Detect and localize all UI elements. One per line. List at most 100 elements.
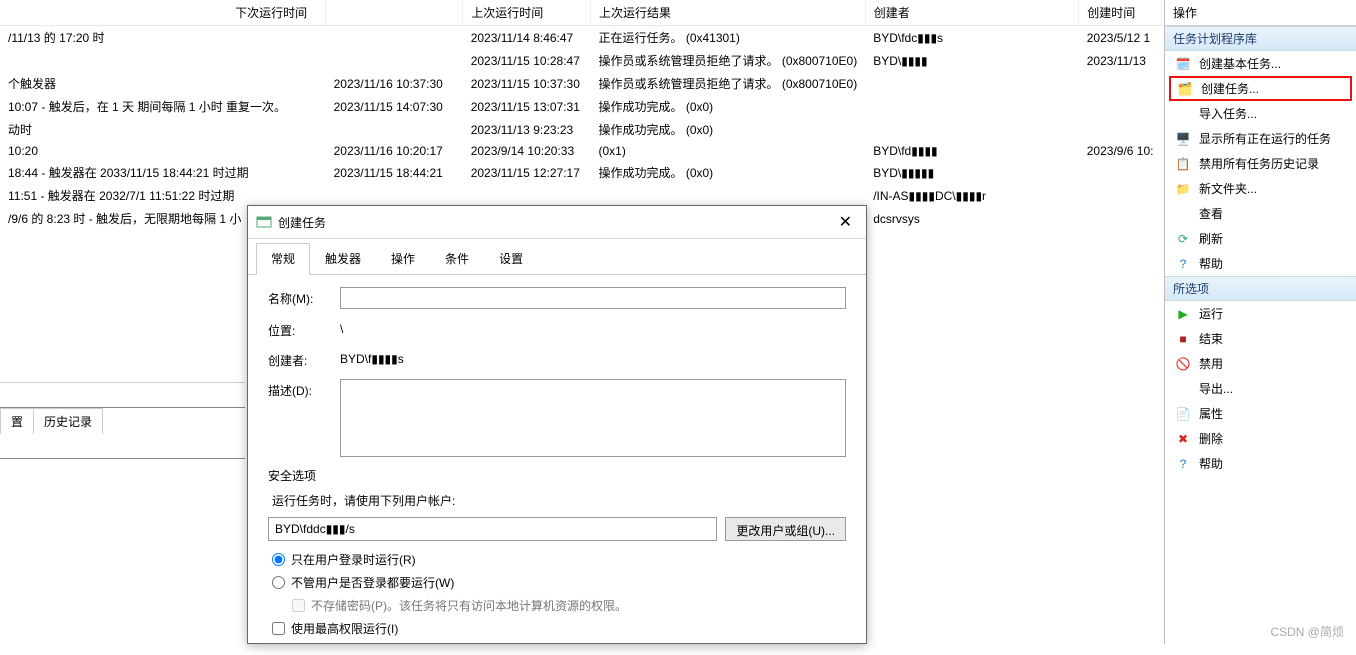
cell-last: 2023/11/15 12:27:17 (463, 161, 591, 184)
detail-tabs: 置 历史记录 (0, 382, 245, 459)
action-show-running-label: 显示所有正在运行的任务 (1199, 130, 1331, 147)
cell-created (1079, 161, 1162, 184)
tab-triggers[interactable]: 触发器 (310, 243, 376, 274)
props-icon: 📄 (1175, 406, 1191, 422)
actions-panel: 操作 任务计划程序库 🗓️创建基本任务... 🗂️创建任务... 导入任务...… (1164, 0, 1356, 644)
action-help2[interactable]: ? 帮助 (1165, 451, 1356, 476)
help-icon: ? (1175, 456, 1191, 472)
action-create-basic-label: 创建基本任务... (1199, 55, 1281, 72)
table-row[interactable]: 动时2023/11/13 9:23:23操作成功完成。 (0x0) (0, 118, 1162, 141)
view-icon (1175, 206, 1191, 222)
col-last-run[interactable]: 上次运行时间 (463, 0, 591, 26)
action-disable[interactable]: 🚫 禁用 (1165, 351, 1356, 376)
watermark: CSDN @简烦 (1270, 623, 1344, 640)
action-props[interactable]: 📄 属性 (1165, 401, 1356, 426)
delete-icon: ✖ (1175, 431, 1191, 447)
refresh-icon: ⟳ (1175, 231, 1191, 247)
action-run[interactable]: ▶ 运行 (1165, 301, 1356, 326)
action-disable-label: 禁用 (1199, 355, 1223, 372)
location-value: \ (340, 319, 343, 336)
action-help[interactable]: ?帮助 (1165, 251, 1356, 276)
action-create-task[interactable]: 🗂️创建任务... (1169, 76, 1352, 101)
action-end[interactable]: ■结束 (1165, 326, 1356, 351)
action-new-folder-label: 新文件夹... (1199, 180, 1257, 197)
action-disable-history-label: 禁用所有任务历史记录 (1199, 155, 1319, 172)
tab-settings[interactable]: 设置 (484, 243, 538, 274)
security-subtitle: 运行任务时，请使用下列用户帐户: (268, 492, 846, 509)
play-icon: ▶ (1175, 306, 1191, 322)
col-last-result[interactable]: 上次运行结果 (590, 0, 865, 26)
cell-trigger: 动时 (0, 118, 326, 141)
tab-settings-bottom[interactable]: 置 (0, 408, 34, 434)
col-creator[interactable]: 创建者 (865, 0, 1079, 26)
table-row[interactable]: 10:07 - 触发后，在 1 天 期间每隔 1 小时 重复一次。2023/11… (0, 95, 1162, 118)
action-props-label: 属性 (1199, 405, 1223, 422)
table-row[interactable]: 11:51 - 触发器在 2032/7/1 11:51:22 时过期/IN-AS… (0, 184, 1162, 207)
action-delete[interactable]: ✖删除 (1165, 426, 1356, 451)
creator-value: BYD\f▮▮▮▮s (340, 349, 404, 366)
table-row[interactable]: 18:44 - 触发器在 2033/11/15 18:44:21 时过期 2023… (0, 161, 1162, 184)
action-view[interactable]: 查看 (1165, 201, 1356, 226)
cell-last: 2023/11/15 10:37:30 (463, 72, 591, 95)
check-highest-priv-label: 使用最高权限运行(I) (291, 620, 398, 637)
col-spacer[interactable] (326, 0, 463, 26)
cell-last: 2023/9/14 10:20:33 (463, 141, 591, 161)
cell-result: 操作成功完成。 (0x0) (590, 118, 865, 141)
action-new-folder[interactable]: 📁新文件夹... (1165, 176, 1356, 201)
desc-input[interactable] (340, 379, 846, 457)
table-row[interactable]: /11/13 的 17:20 时2023/11/14 8:46:47正在运行任务… (0, 26, 1162, 50)
cell-trigger: 18:44 - 触发器在 2033/11/15 18:44:21 时过期 (0, 161, 326, 184)
action-disable-history[interactable]: 📋 禁用所有任务历史记录 (1165, 151, 1356, 176)
disable-icon: 🚫 (1175, 356, 1191, 372)
cell-created: 2023/11/13 (1079, 49, 1162, 72)
creator-label: 创建者: (268, 349, 340, 369)
cell-trigger: 个触发器 (0, 72, 326, 95)
cell-creator: dcsrvsys (865, 207, 1079, 230)
cell-creator (865, 118, 1079, 141)
cell-next (326, 184, 463, 207)
radio-always[interactable] (272, 576, 285, 589)
name-input[interactable] (340, 287, 846, 309)
action-end-label: 结束 (1199, 330, 1223, 347)
radio-logged-in[interactable] (272, 553, 285, 566)
cell-creator: BYD\fd▮▮▮▮ (865, 141, 1079, 161)
action-refresh[interactable]: ⟳刷新 (1165, 226, 1356, 251)
history-icon: 📋 (1175, 156, 1191, 172)
cell-creator (865, 72, 1079, 95)
close-icon[interactable]: ✕ (833, 212, 858, 232)
action-import[interactable]: 导入任务... (1165, 101, 1356, 126)
running-icon: 🖥️ (1175, 131, 1191, 147)
tab-actions[interactable]: 操作 (376, 243, 430, 274)
table-row[interactable]: 2023/11/15 10:28:47操作员或系统管理员拒绝了请求。 (0x80… (0, 49, 1162, 72)
change-user-button[interactable]: 更改用户或组(U)... (725, 517, 846, 541)
cell-trigger: 10:07 - 触发后，在 1 天 期间每隔 1 小时 重复一次。 (0, 95, 326, 118)
dialog-tabs: 常规 触发器 操作 条件 设置 (248, 243, 866, 275)
check-highest-priv[interactable] (272, 622, 285, 635)
cell-creator: BYD\fdc▮▮▮s (865, 26, 1079, 50)
section-selected: 所选项 (1165, 276, 1356, 301)
name-label: 名称(M): (268, 287, 340, 307)
action-run-label: 运行 (1199, 305, 1223, 322)
cell-trigger: 10:20 (0, 141, 326, 161)
wizard-icon: 🗓️ (1175, 56, 1191, 72)
action-export[interactable]: 导出... (1165, 376, 1356, 401)
table-row[interactable]: 个触发器2023/11/16 10:37:302023/11/15 10:37:… (0, 72, 1162, 95)
action-create-basic[interactable]: 🗓️ 创建基本任务... (1165, 51, 1356, 76)
task-icon (256, 214, 272, 230)
tab-history-bottom[interactable]: 历史记录 (33, 408, 103, 434)
cell-last (463, 184, 591, 207)
radio-logged-in-label: 只在用户登录时运行(R) (291, 551, 416, 568)
cell-created: 2023/5/12 1 (1079, 26, 1162, 50)
cell-creator: BYD\▮▮▮▮ (865, 49, 1079, 72)
tab-conditions[interactable]: 条件 (430, 243, 484, 274)
cell-result: 正在运行任务。 (0x41301) (590, 26, 865, 50)
cell-created (1079, 95, 1162, 118)
check-no-password-label: 不存储密码(P)。该任务将只有访问本地计算机资源的权限。 (311, 597, 627, 614)
tab-general[interactable]: 常规 (256, 243, 310, 275)
col-next-run[interactable]: 下次运行时间 (0, 0, 326, 26)
action-help2-label: 帮助 (1199, 455, 1223, 472)
action-show-running[interactable]: 🖥️ 显示所有正在运行的任务 (1165, 126, 1356, 151)
table-row[interactable]: 10:202023/11/16 10:20:172023/9/14 10:20:… (0, 141, 1162, 161)
create-task-dialog: 创建任务 ✕ 常规 触发器 操作 条件 设置 名称(M): 位置: \ 创建者:… (247, 205, 867, 644)
col-created[interactable]: 创建时间 (1079, 0, 1162, 26)
